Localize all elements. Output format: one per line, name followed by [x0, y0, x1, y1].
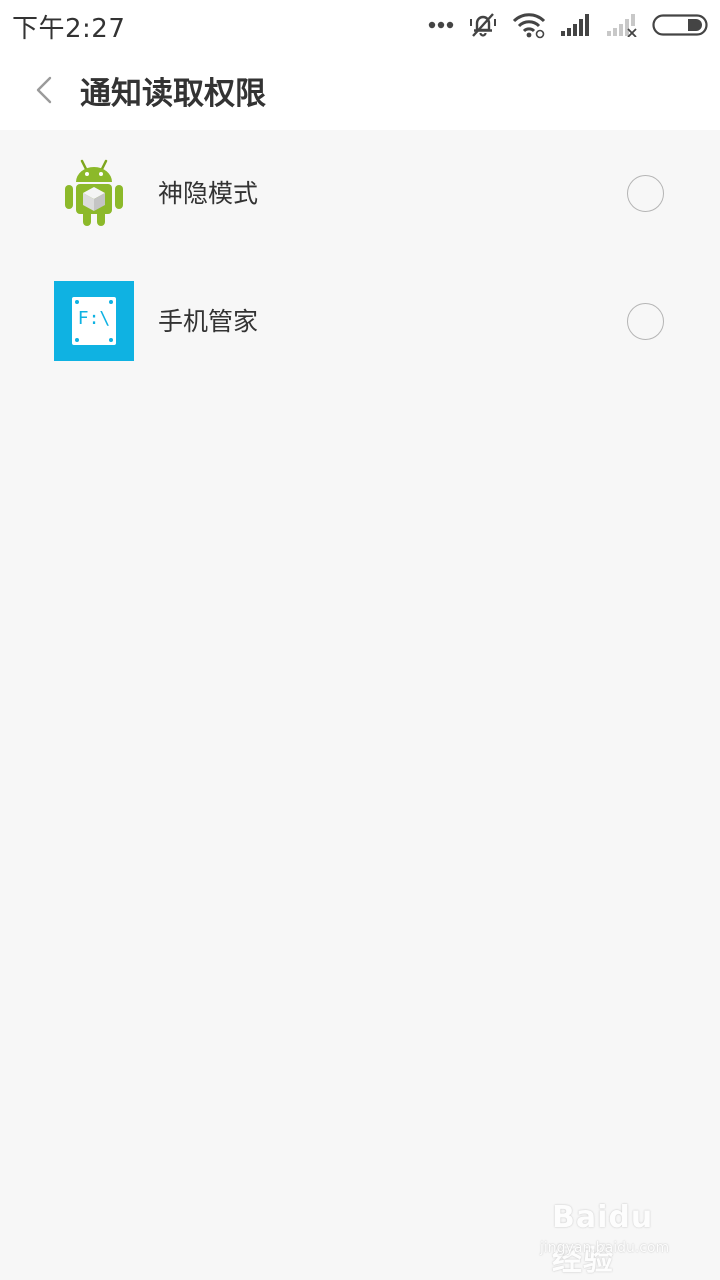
- chevron-left-icon: [36, 76, 52, 104]
- more-dots-icon: [428, 21, 454, 29]
- wifi-icon: [512, 13, 546, 39]
- android-box-icon: [54, 153, 134, 233]
- back-button[interactable]: [26, 70, 62, 110]
- page-title: 通知读取权限: [80, 76, 266, 112]
- file-manager-icon-text: F:\: [77, 308, 111, 329]
- select-radio[interactable]: [627, 303, 664, 340]
- battery-icon: [652, 14, 708, 36]
- header: 通知读取权限: [0, 50, 720, 130]
- status-icons: [414, 8, 708, 42]
- app-list: 神隐模式 F:\ 手机管家: [0, 130, 720, 386]
- list-item-shenyin[interactable]: 神隐模式: [0, 130, 720, 258]
- file-manager-icon: F:\: [54, 281, 134, 361]
- status-time: 下午2:27: [12, 14, 126, 44]
- list-item-shoujiguanjia[interactable]: F:\ 手机管家: [0, 258, 720, 386]
- mute-bell-icon: [470, 13, 496, 37]
- app-name: 神隐模式: [158, 179, 259, 208]
- watermark-url: jingyan.baidu.com: [540, 1240, 670, 1256]
- app-name: 手机管家: [158, 307, 259, 336]
- baidu-watermark: Baidu经验 jingyan.baidu.com: [540, 1200, 680, 1278]
- signal-icon: [561, 14, 589, 36]
- status-bar: 下午2:27: [0, 0, 720, 50]
- select-radio[interactable]: [627, 175, 664, 212]
- signal-no-sim-icon: [607, 14, 637, 37]
